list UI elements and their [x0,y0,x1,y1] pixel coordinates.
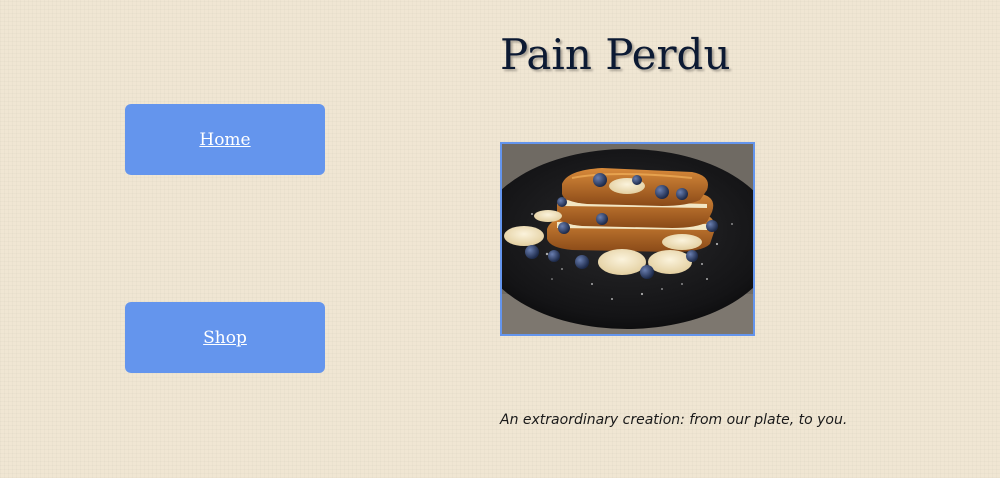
page-title: Pain Perdu [500,30,731,79]
home-button-label: Home [199,129,251,150]
shop-button[interactable]: Shop [125,302,325,373]
shop-button-label: Shop [203,327,247,348]
home-button[interactable]: Home [125,104,325,175]
french-toast-photo [500,142,755,336]
tagline: An extraordinary creation: from our plat… [500,412,848,428]
